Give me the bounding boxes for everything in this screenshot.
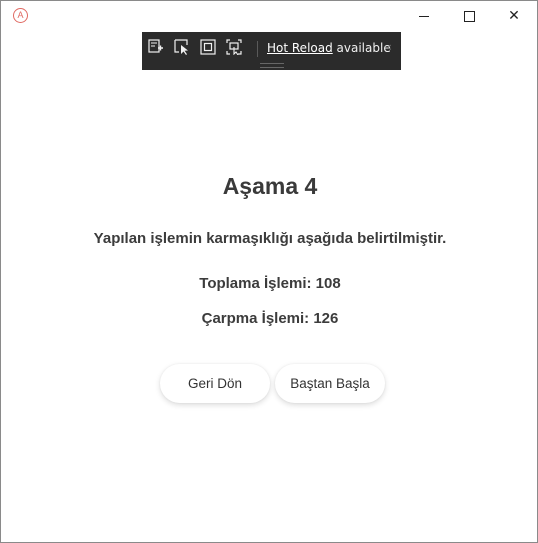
back-button[interactable]: Geri Dön xyxy=(160,364,270,403)
app-window: A ✕ Hot Reload available ‹ Aşama 4 Yapıl… xyxy=(0,0,538,543)
close-icon: ✕ xyxy=(508,8,520,24)
addition-count-text: Toplama İşlemi: 108 xyxy=(199,275,341,292)
track-focus-icon[interactable] xyxy=(226,39,242,55)
restart-button[interactable]: Baştan Başla xyxy=(275,364,385,403)
minimize-button[interactable] xyxy=(401,1,447,31)
hot-reload-link[interactable]: Hot Reload xyxy=(267,41,333,55)
page-title: Aşama 4 xyxy=(222,173,318,199)
maximize-button[interactable] xyxy=(446,1,492,31)
close-button[interactable]: ✕ xyxy=(491,1,537,31)
collapse-toolbar-icon[interactable]: ‹ xyxy=(387,40,392,54)
complexity-description: Yapılan işlemin karmaşıklığı aşağıda bel… xyxy=(93,230,447,247)
minimize-icon xyxy=(419,15,429,17)
select-element-icon[interactable] xyxy=(174,39,190,55)
debug-toolbar: Hot Reload available ‹ xyxy=(142,32,401,70)
app-logo-icon: A xyxy=(13,8,28,23)
maximize-icon xyxy=(463,10,475,22)
display-layout-adorners-icon[interactable] xyxy=(200,39,216,55)
hot-reload-status: Hot Reload available xyxy=(267,40,391,56)
hot-reload-available-text: available xyxy=(332,41,391,55)
multiplication-count-text: Çarpma İşlemi: 126 xyxy=(201,310,339,327)
toolbar-separator xyxy=(257,41,258,57)
live-visual-tree-icon[interactable] xyxy=(148,39,164,55)
toolbar-drag-handle[interactable] xyxy=(260,63,284,68)
